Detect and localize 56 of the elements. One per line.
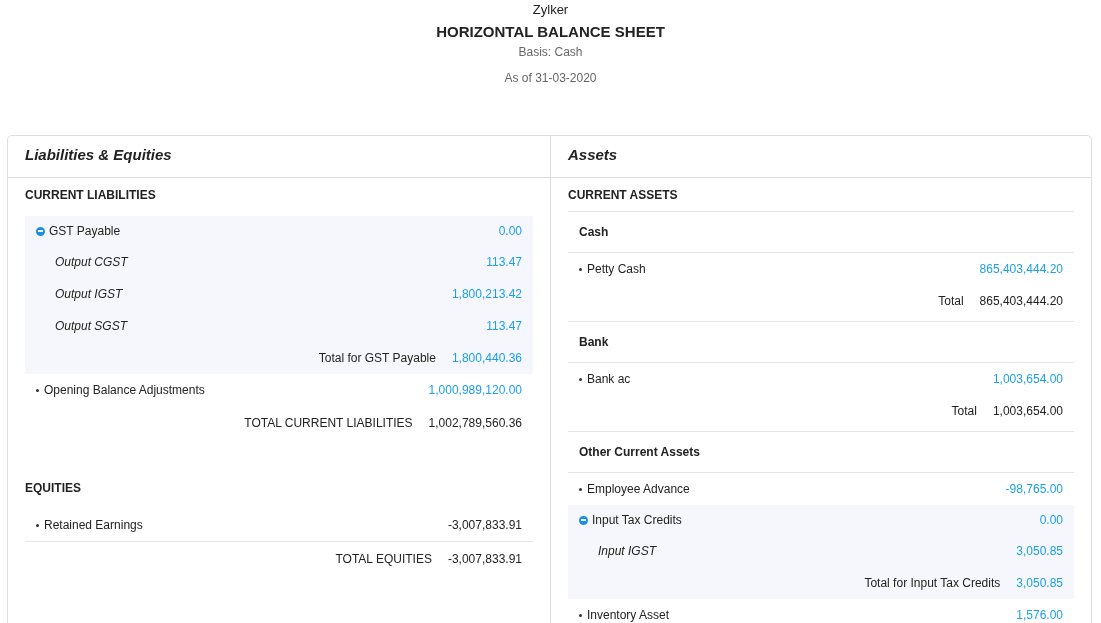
amount-link[interactable]: 1,000,989,120.00 [428, 383, 522, 397]
sub-account-name: Input IGST [598, 544, 657, 558]
sub-account-name: Output CGST [55, 255, 128, 269]
bullet-icon [36, 388, 39, 392]
column-title: Assets [551, 136, 1091, 178]
section-total-amount: 1,002,789,560.36 [428, 415, 522, 430]
collapse-icon[interactable] [36, 226, 45, 236]
account-name: Inventory Asset [579, 608, 670, 622]
section-heading: EQUITIES [25, 480, 82, 497]
report-basis: Basis: Cash [518, 45, 583, 59]
section-total-label: TOTAL CURRENT LIABILITIES [244, 415, 413, 430]
amount-link[interactable]: 1,003,654.00 [992, 372, 1063, 386]
sub-account-name: Output IGST [55, 287, 123, 301]
total-amount-link[interactable]: 3,050.85 [1016, 576, 1063, 590]
account-name: Opening Balance Adjustments [36, 383, 205, 397]
amount-link[interactable]: 865,403,444.20 [979, 262, 1063, 276]
total-label: Total for Input Tax Credits [864, 576, 1001, 590]
total-label: Total for GST Payable [318, 351, 436, 365]
account-name: Petty Cash [579, 262, 646, 276]
total-label: Total [938, 294, 964, 308]
account-name: Bank ac [579, 372, 631, 386]
section-total-label: TOTAL EQUITIES [335, 551, 432, 566]
account-group-name: GST Payable [36, 224, 121, 238]
section-heading: CURRENT LIABILITIES [25, 187, 157, 204]
report-date: As of 31-03-2020 [504, 71, 597, 85]
amount-link[interactable]: 3,050.85 [1016, 544, 1063, 558]
group-heading: Bank [579, 335, 609, 349]
sub-account-name: Output SGST [55, 319, 128, 333]
amount-link[interactable]: -98,765.00 [1005, 482, 1063, 496]
collapse-icon[interactable] [579, 515, 588, 525]
account-group-name: Input Tax Credits [579, 513, 682, 527]
bullet-icon [579, 377, 582, 381]
amount: -3,007,833.91 [447, 518, 522, 532]
bullet-icon [579, 613, 582, 617]
bullet-icon [579, 487, 582, 491]
total-amount-link[interactable]: 1,800,440.36 [451, 351, 522, 365]
column-title: Liabilities & Equities [8, 136, 550, 178]
section-heading: CURRENT ASSETS [568, 178, 1074, 212]
group-heading: Other Current Assets [579, 445, 700, 459]
account-name: Employee Advance [579, 482, 690, 496]
report-title: HORIZONTAL BALANCE SHEET [436, 23, 665, 41]
section-total-amount: -3,007,833.91 [447, 551, 522, 566]
amount-link[interactable]: 1,576.00 [1016, 608, 1063, 622]
account-name: Retained Earnings [36, 518, 143, 532]
group-heading: Cash [579, 225, 609, 239]
amount-link[interactable]: 113.47 [486, 255, 522, 269]
bullet-icon [36, 523, 39, 527]
amount-link[interactable]: 1,800,213.42 [451, 287, 522, 301]
total-amount: 865,403,444.20 [979, 294, 1063, 308]
amount-link[interactable]: 113.47 [486, 319, 522, 333]
total-label: Total [951, 404, 977, 418]
amount-link[interactable]: 0.00 [498, 224, 522, 238]
amount-link[interactable]: 0.00 [1039, 513, 1063, 527]
bullet-icon [579, 267, 582, 271]
company-name: Zylker [532, 2, 569, 18]
total-amount: 1,003,654.00 [992, 404, 1063, 418]
